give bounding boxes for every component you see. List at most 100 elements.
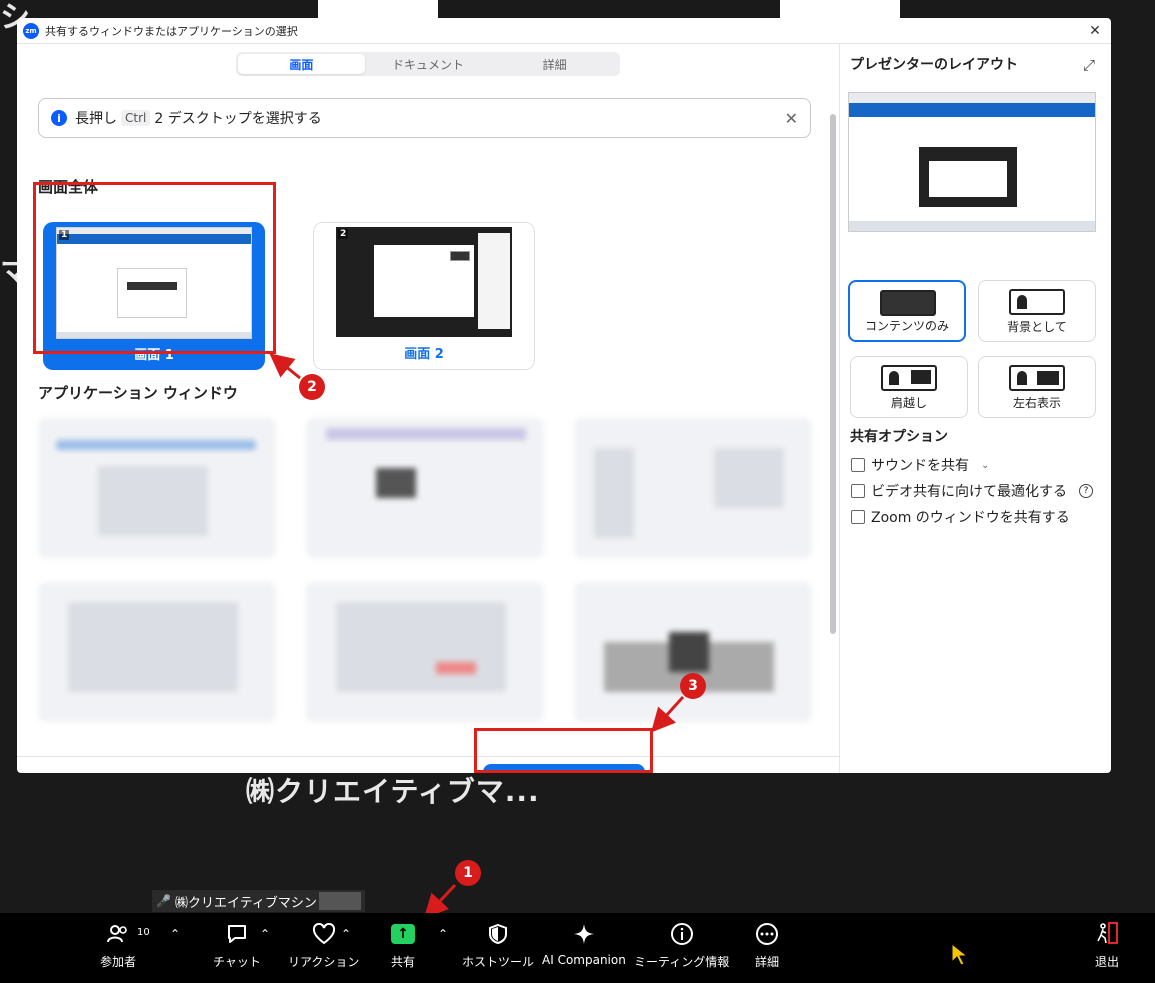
layout-label: 背景として: [1007, 320, 1067, 334]
app-window-tile[interactable]: [306, 582, 544, 722]
share-tabs: 画面 ドキュメント 詳細: [236, 52, 620, 76]
layout-as-background[interactable]: 背景として: [978, 280, 1096, 342]
annotation-badge-3: 3: [680, 673, 706, 699]
annotation-badge-2: 2: [299, 374, 325, 400]
name-tag-label: ㈱クリエイティブマシン: [174, 895, 317, 911]
chat-icon: [224, 921, 250, 947]
layout-preview: [848, 92, 1096, 232]
scrollbar-thumb[interactable]: [830, 114, 836, 634]
blurred-text: [318, 892, 361, 910]
info-icon: i: [51, 110, 67, 126]
layout-side-by-side[interactable]: 左右表示: [978, 356, 1096, 418]
meeting-toolbar: 参加者 10 ⌃ チャット ⌃ リアクション ⌃ ↑ 共有 ⌃ ホストツール A…: [0, 913, 1155, 983]
app-window-tile[interactable]: [574, 582, 812, 722]
mouse-cursor-icon: [951, 942, 969, 966]
dismiss-info-icon[interactable]: ✕: [785, 109, 798, 128]
share-options-title: 共有オプション: [850, 429, 948, 445]
layout-label: 肩越し: [890, 396, 927, 410]
app-window-tile[interactable]: [38, 418, 276, 558]
more-icon: [754, 921, 780, 947]
info-text-after: 2 デスクトップを選択する: [154, 111, 322, 127]
chevron-up-icon[interactable]: ⌃: [438, 927, 448, 941]
over-shoulder-icon: [881, 365, 937, 391]
screen-2-thumbnail: 2: [336, 227, 512, 337]
share-screen-icon: ↑: [390, 921, 416, 947]
meeting-info-label: ミーティング情報: [634, 955, 730, 969]
app-tile-block: [594, 448, 634, 538]
highlight-screen-1: [33, 182, 276, 354]
highlight-share-button: [474, 728, 653, 773]
info-text: 長押し Ctrl 2 デスクトップを選択する: [75, 108, 785, 128]
help-icon[interactable]: ?: [1079, 484, 1093, 498]
share-dialog: zm 共有するウィンドウまたはアプリケーションの選択 ✕ 画面 ドキュメント 詳…: [17, 18, 1111, 773]
info-text-before: 長押し: [75, 111, 117, 127]
leave-button[interactable]: 退出: [1094, 921, 1120, 970]
optimize-video-option[interactable]: ビデオ共有に向けて最適化する ?: [851, 481, 1093, 501]
chevron-up-icon[interactable]: ⌃: [341, 927, 351, 941]
info-banner: i 長押し Ctrl 2 デスクトップを選択する ✕: [38, 98, 811, 138]
participants-count: 10: [137, 927, 150, 938]
share-sound-label: サウンドを共有: [871, 458, 969, 474]
layout-over-shoulder[interactable]: 肩越し: [850, 356, 968, 418]
screen-2-option[interactable]: 2 画面 2: [313, 222, 535, 370]
as-background-icon: [1009, 289, 1065, 315]
tab-advanced[interactable]: 詳細: [491, 54, 618, 74]
host-tools-label: ホストツール: [462, 955, 535, 969]
more-button[interactable]: 詳細: [754, 921, 780, 970]
screen-2-label: 画面 2: [404, 347, 444, 362]
share-zoom-window-option[interactable]: Zoom のウィンドウを共有する: [851, 507, 1070, 527]
participants-label: 参加者: [100, 955, 137, 969]
video-tile-top: [780, 0, 900, 18]
ai-companion-button[interactable]: AI Companion: [542, 921, 626, 967]
app-tile-block: [714, 448, 784, 508]
chat-label: チャット: [213, 955, 261, 969]
app-window-tile[interactable]: [38, 582, 276, 722]
chat-button[interactable]: チャット: [213, 921, 261, 970]
host-tools-button[interactable]: ホストツール: [462, 921, 534, 970]
leave-label: 退出: [1094, 955, 1119, 969]
expand-icon[interactable]: ⤢: [1083, 56, 1095, 74]
optimize-video-label: ビデオ共有に向けて最適化する: [871, 484, 1067, 500]
app-window-tile[interactable]: [574, 418, 812, 558]
shield-icon: [485, 921, 511, 947]
chevron-up-icon[interactable]: ⌃: [170, 927, 180, 941]
app-tile-block: [336, 602, 506, 692]
zoom-logo-icon: zm: [23, 22, 39, 39]
tab-screen[interactable]: 画面: [238, 54, 365, 74]
app-tile-block: [436, 662, 476, 674]
annotation-badge-1: 1: [455, 860, 481, 886]
chevron-down-icon[interactable]: ⌄: [981, 460, 989, 471]
content-only-icon: [880, 290, 936, 316]
app-tile-block: [376, 468, 416, 498]
share-source-panel: 画面 ドキュメント 詳細 i 長押し Ctrl 2 デスクトップを選択する ✕ …: [17, 44, 839, 773]
share-screen-button[interactable]: ↑ 共有: [390, 921, 416, 970]
reactions-label: リアクション: [288, 955, 360, 969]
participants-icon: [105, 921, 131, 947]
presenter-layout-heading: プレゼンターのレイアウト: [850, 57, 1018, 73]
app-window-tile[interactable]: [306, 418, 544, 558]
share-sound-option[interactable]: サウンドを共有 ⌄: [851, 455, 989, 475]
ctrl-key-label: Ctrl: [121, 110, 151, 126]
app-tile-bar: [56, 440, 256, 450]
meeting-info-button[interactable]: ミーティング情報: [634, 921, 729, 970]
optimize-video-checkbox[interactable]: [851, 484, 865, 498]
participants-button[interactable]: 参加者: [100, 921, 136, 970]
leave-icon: [1094, 921, 1120, 947]
app-tile-block: [68, 602, 238, 692]
app-tile-block: [669, 632, 709, 672]
layout-label: コンテンツのみ: [864, 319, 949, 333]
layout-label: 左右表示: [1012, 396, 1061, 410]
dialog-title: 共有するウィンドウまたはアプリケーションの選択: [45, 24, 298, 38]
tab-document[interactable]: ドキュメント: [365, 54, 492, 74]
share-sound-checkbox[interactable]: [851, 458, 865, 472]
close-icon[interactable]: ✕: [1085, 23, 1105, 39]
layout-content-only[interactable]: コンテンツのみ: [848, 280, 966, 342]
chevron-up-icon[interactable]: ⌃: [260, 927, 270, 941]
dialog-titlebar: zm 共有するウィンドウまたはアプリケーションの選択 ✕: [17, 18, 1111, 44]
side-by-side-icon: [1009, 365, 1065, 391]
muted-mic-icon: 🎤: [156, 894, 171, 908]
video-tile-top: [318, 0, 438, 18]
share-screen-label: 共有: [390, 955, 415, 969]
ai-companion-label: AI Companion: [542, 953, 626, 967]
share-zoom-window-checkbox[interactable]: [851, 510, 865, 524]
